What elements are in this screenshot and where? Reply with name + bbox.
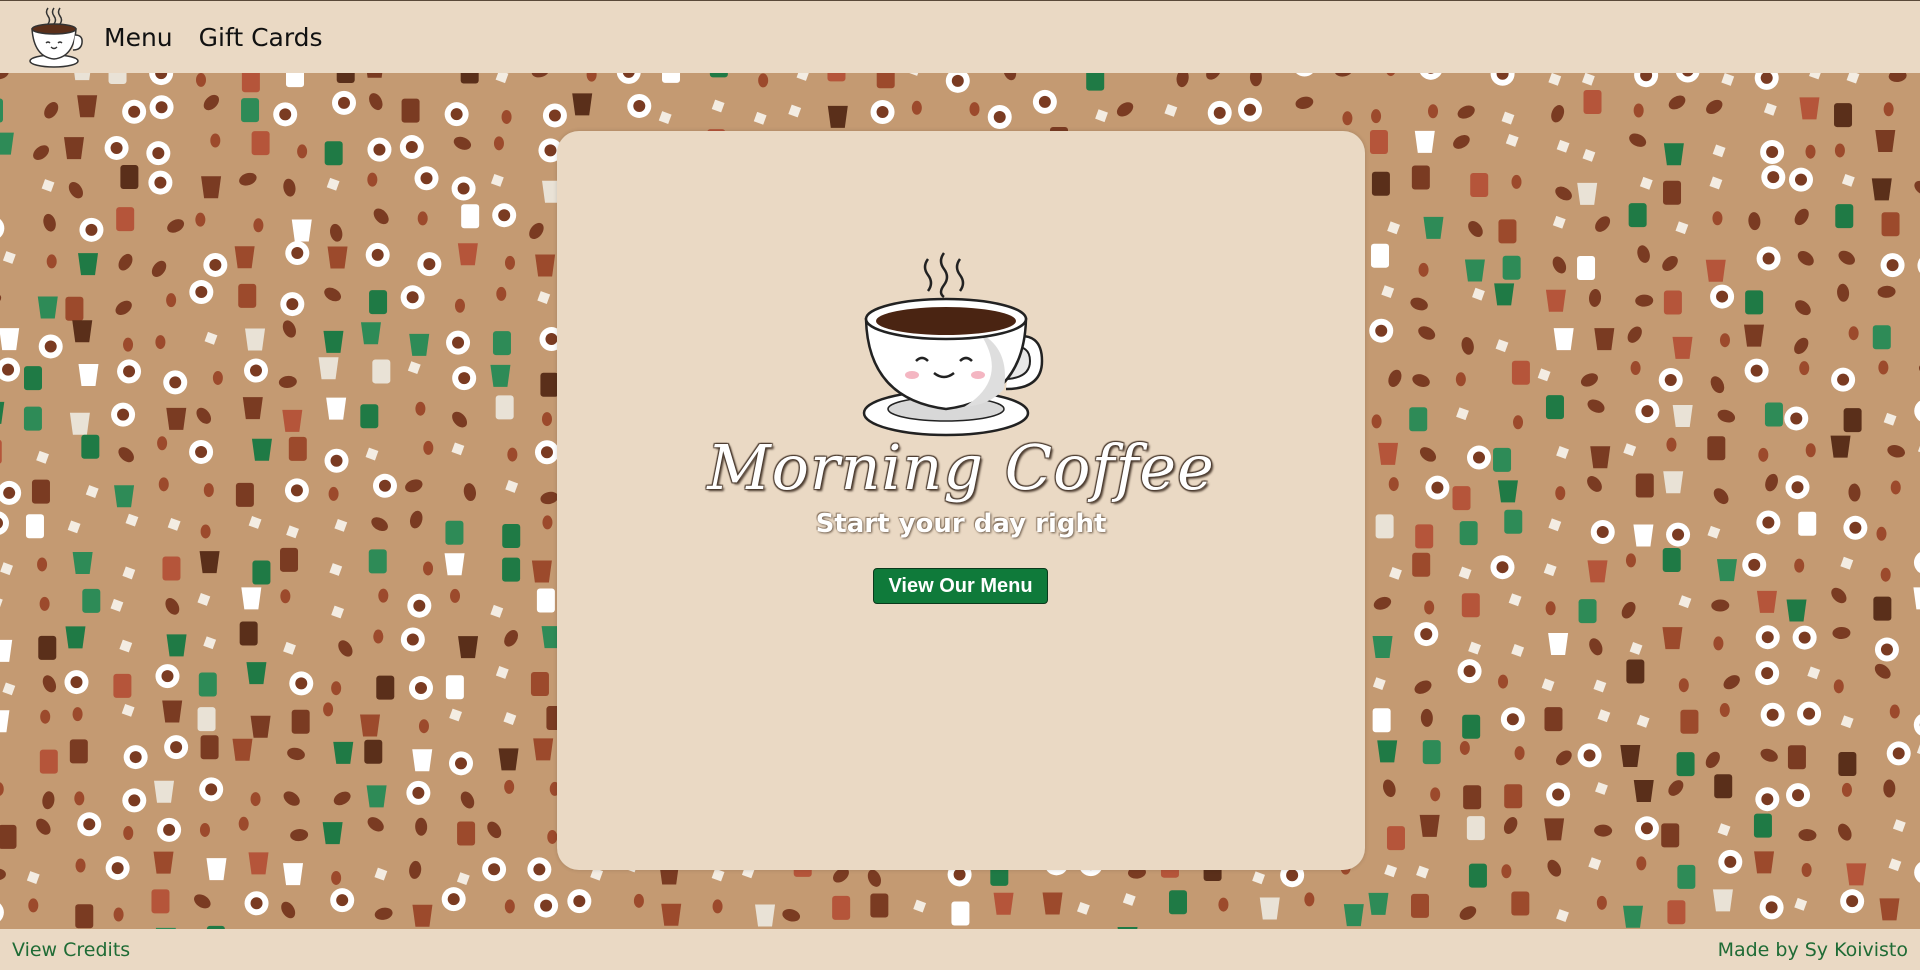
hero-card: Morning Coffee Start your day right View… [557, 131, 1365, 870]
hero-subtitle: Start your day right [815, 509, 1107, 539]
view-credits-link[interactable]: View Credits [12, 939, 130, 961]
smiling-coffee-cup-icon [862, 252, 1044, 437]
footer: View Credits Made by Sy Koivisto [0, 929, 1920, 970]
hero-title: Morning Coffee [707, 431, 1215, 504]
nav-link-menu[interactable]: Menu [104, 23, 173, 52]
view-menu-button[interactable]: View Our Menu [873, 568, 1048, 604]
top-navigation-bar: Menu Gift Cards [0, 0, 1920, 73]
nav-link-gift-cards[interactable]: Gift Cards [199, 23, 323, 52]
coffee-cup-icon[interactable] [20, 5, 84, 69]
author-credit-link[interactable]: Made by Sy Koivisto [1718, 939, 1908, 961]
